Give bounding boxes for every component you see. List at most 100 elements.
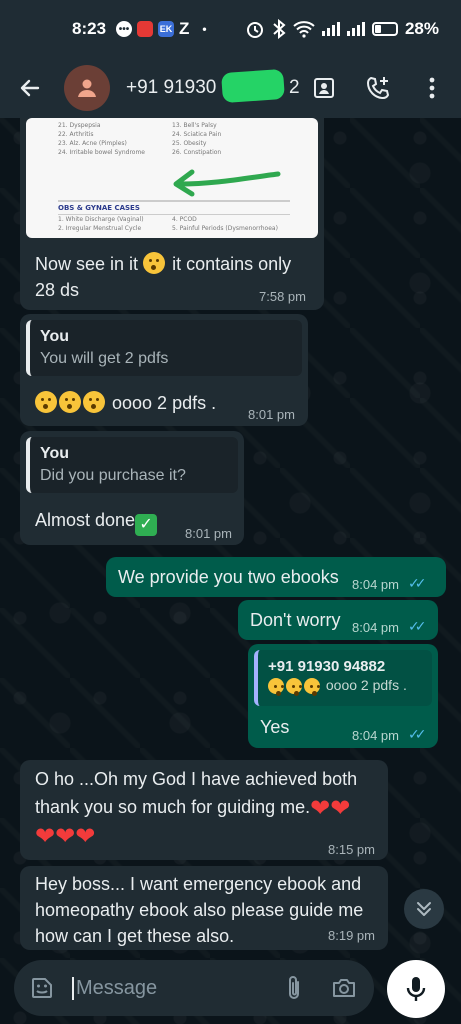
message-text: O ho ...Oh my God I have achieved both t…: [35, 765, 380, 849]
message-time: 8:15 pm: [328, 842, 375, 857]
message-text-part: thank you so much for guiding me.: [35, 797, 311, 817]
hushed-emoji-icon: [268, 678, 284, 696]
chat-notification-icon: •••: [116, 21, 133, 37]
contact-name[interactable]: +91 91930 2: [126, 68, 300, 104]
message-time: 8:01 pm: [185, 526, 232, 541]
signal-icon-2: [346, 22, 365, 36]
attach-icon[interactable]: [280, 974, 308, 1002]
image-divider: [58, 214, 290, 215]
message-text-part: O ho ...Oh my God I have achieved both: [35, 769, 358, 789]
app-notification-icon: [137, 21, 154, 37]
image-text: 1. White Discharge (Vaginal): [58, 216, 144, 223]
system-icons: 28%: [245, 19, 439, 39]
heart-emoji-icon: ❤: [55, 823, 76, 850]
wifi-icon: [293, 21, 315, 38]
image-section-title: OBS & GYNAE CASES: [58, 204, 140, 212]
message-text: Almost done ✓: [35, 507, 158, 536]
quote-text: oooo 2 pdfs .: [268, 677, 422, 696]
add-call-icon[interactable]: [365, 75, 391, 101]
read-receipt-icon: ✓✓: [408, 618, 427, 634]
hushed-emoji-icon: [35, 391, 57, 413]
quote-text: You will get 2 pdfs: [40, 350, 169, 367]
image-text: 22. Arthritis: [58, 131, 94, 138]
message-text: Yes: [260, 717, 290, 737]
battery-percent: 28%: [404, 19, 439, 38]
hushed-emoji-icon: [286, 678, 302, 696]
back-arrow-icon[interactable]: [14, 72, 46, 104]
green-arrow-icon: [173, 169, 281, 197]
carrier-badge: Z: [179, 19, 190, 38]
image-text: 4. PCOD: [172, 216, 197, 223]
quote-author: +91 91930 94882: [268, 658, 386, 675]
avatar[interactable]: [64, 65, 110, 111]
quote-text: Did you purchase it?: [40, 467, 186, 484]
image-text: 25. Obesity: [172, 140, 207, 147]
message-text-part: it contains only: [172, 254, 292, 274]
image-divider: [58, 200, 290, 202]
quoted-message[interactable]: You You will get 2 pdfs: [26, 320, 302, 376]
chat-header: +91 91930 2: [0, 58, 461, 118]
signal-icon: [321, 22, 340, 36]
message-text: oooo 2 pdfs .: [35, 390, 216, 416]
message-text-part: Almost done: [35, 510, 136, 530]
image-text: 21. Dyspepsia: [58, 122, 101, 129]
hushed-emoji-icon: [83, 391, 105, 413]
quoted-message[interactable]: You Did you purchase it?: [26, 437, 238, 493]
message-text-part: how can I get these also.: [35, 926, 235, 946]
message-time: 8:04 pm: [352, 577, 399, 592]
contact-number: +91 91930: [126, 77, 217, 98]
redaction-mark: [221, 68, 285, 104]
alarm-icon: [246, 22, 263, 38]
image-text: 26. Constipation: [172, 149, 222, 156]
message-text-part: Hey boss... I want emergency ebook and: [35, 874, 362, 894]
bluetooth-icon: [273, 19, 286, 39]
image-text: 13. Bell's Palsy: [172, 122, 217, 129]
message-text-part: homeopathy ebook also please guide me: [35, 900, 364, 920]
battery-icon: [371, 22, 398, 36]
header-actions: [311, 75, 445, 101]
message-text-part: Now see in it: [35, 254, 139, 274]
check-mark-emoji-icon: ✓: [135, 514, 158, 536]
contact-number-suffix: 2: [289, 77, 300, 98]
mic-button[interactable]: [387, 960, 445, 1018]
message-time: 7:58 pm: [259, 289, 306, 304]
status-bar: 8:23 ••• EK Z • 28%: [0, 0, 461, 58]
image-text: 2. Irregular Menstrual Cycle: [58, 225, 142, 232]
emoji-icon[interactable]: [28, 974, 56, 1002]
status-time: 8:23: [72, 19, 107, 38]
message-text: We provide you two ebooks: [118, 567, 339, 587]
contact-card-icon[interactable]: [311, 75, 337, 101]
read-receipt-icon: ✓✓: [408, 726, 427, 742]
message-input[interactable]: [72, 976, 262, 1000]
notification-icons: ••• EK Z •: [116, 19, 207, 39]
hushed-emoji-icon: [59, 391, 81, 413]
person-icon: [78, 79, 96, 97]
read-receipt-icon: ✓✓: [408, 575, 427, 591]
raised-eyebrow-emoji-icon: [143, 252, 166, 274]
shared-image[interactable]: 21. Dyspepsia 13. Bell's Palsy 22. Arthr…: [26, 118, 318, 238]
camera-icon[interactable]: [330, 974, 358, 1002]
quote-author: You: [40, 445, 70, 462]
quoted-message[interactable]: +91 91930 94882 oooo 2 pdfs .: [254, 650, 432, 706]
more-vert-icon[interactable]: [419, 75, 445, 101]
message-time: 8:04 pm: [352, 728, 399, 743]
scroll-to-bottom-button[interactable]: [404, 889, 444, 929]
message-time: 8:01 pm: [248, 407, 295, 422]
message-text: Don't worry: [250, 610, 341, 630]
heart-emoji-icon: ❤: [330, 795, 351, 822]
image-text: 5. Painful Periods (Dysmenorrhoea): [172, 225, 278, 232]
mic-icon: [406, 977, 426, 1001]
message-text-part: 28 ds: [35, 280, 80, 300]
double-chevron-down-icon: [417, 902, 431, 916]
ek-app-icon: EK: [158, 21, 175, 37]
message-composer: [14, 960, 374, 1016]
heart-emoji-icon: ❤: [310, 795, 331, 822]
heart-emoji-icon: ❤: [75, 823, 96, 850]
hushed-emoji-icon: [304, 678, 320, 696]
message-text-part: oooo 2 pdfs .: [112, 393, 217, 413]
quote-author: You: [40, 328, 70, 345]
message-time: 8:04 pm: [352, 620, 399, 635]
quote-text-part: oooo 2 pdfs .: [325, 677, 407, 693]
image-text: 23. Alz. Acne (Pimples): [58, 140, 127, 147]
message-time: 8:19 pm: [328, 928, 375, 943]
